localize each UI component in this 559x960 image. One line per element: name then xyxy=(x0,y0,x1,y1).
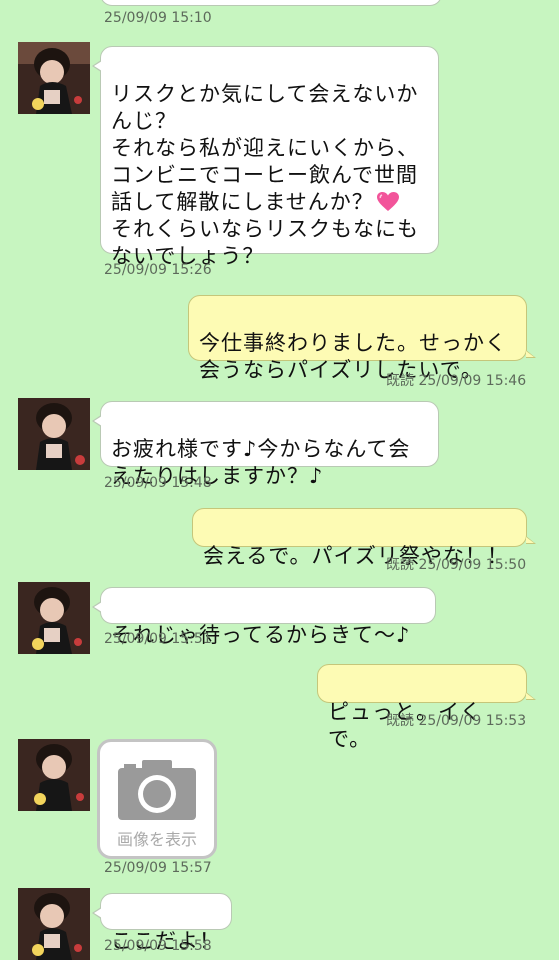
message-bubble[interactable]: それじゃ待ってるからきて〜♪ xyxy=(92,587,436,647)
pink-heart-icon xyxy=(376,192,399,211)
previous-message-bubble-edge xyxy=(100,0,442,6)
message-timestamp: 25/09/09 15:53 xyxy=(418,713,527,729)
message-bubble[interactable]: ここだよ！ xyxy=(92,893,232,953)
message-bubble[interactable]: 今仕事終わりました。せっかく会うならパイズリしたいで。 xyxy=(188,295,536,382)
avatar[interactable] xyxy=(18,582,90,654)
message-timestamp: 25/09/09 15:46 xyxy=(418,373,527,389)
message-text: それくらいならリスクもなにもないでしょう？ xyxy=(111,217,419,268)
message-bubble[interactable]: 会えるで。パイズリ祭やな！！ xyxy=(192,508,536,568)
read-receipt: 既読 xyxy=(386,373,414,389)
read-receipt: 既読 xyxy=(386,713,414,729)
message-timestamp: 25/09/09 15:10 xyxy=(104,10,212,26)
avatar[interactable] xyxy=(18,739,90,811)
message-bubble[interactable]: リスクとか気にして会えないかんじ？ それなら私が迎えにいくから、コンビニでコーヒ… xyxy=(92,46,439,268)
avatar[interactable] xyxy=(18,888,90,960)
message-bubble[interactable]: お疲れ様です♪今からなんて会えたりはしますか？♪ xyxy=(92,401,439,488)
message-timestamp: 25/09/09 15:58 xyxy=(104,938,212,954)
read-receipt: 既読 xyxy=(386,557,414,573)
message-timestamp: 25/09/09 15:51 xyxy=(104,631,212,647)
message-timestamp: 25/09/09 15:50 xyxy=(418,557,527,573)
message-text: リスクとか気にして会えないかんじ？ それなら私が迎えにいくから、コンビニでコーヒ… xyxy=(111,82,419,214)
message-bubble[interactable]: ピュっと。イくで。 xyxy=(317,664,536,751)
camera-icon xyxy=(118,760,196,820)
message-read-status: 既読 25/09/09 15:50 xyxy=(386,554,526,574)
message-timestamp: 25/09/09 15:26 xyxy=(104,262,212,278)
message-timestamp: 25/09/09 15:48 xyxy=(104,475,212,491)
avatar[interactable] xyxy=(18,398,90,470)
message-read-status: 既読 25/09/09 15:46 xyxy=(386,370,526,390)
image-caption: 画像を表示 xyxy=(116,830,197,849)
message-timestamp: 25/09/09 15:57 xyxy=(104,860,212,876)
chat-thread[interactable]: 25/09/09 15:10 リスクとか気にして会えないかんじ？ それなら私が迎… xyxy=(0,0,559,960)
avatar[interactable] xyxy=(18,42,90,114)
image-thumbnail-button[interactable]: 画像を表示 xyxy=(97,739,217,859)
message-read-status: 既読 25/09/09 15:53 xyxy=(386,710,526,730)
